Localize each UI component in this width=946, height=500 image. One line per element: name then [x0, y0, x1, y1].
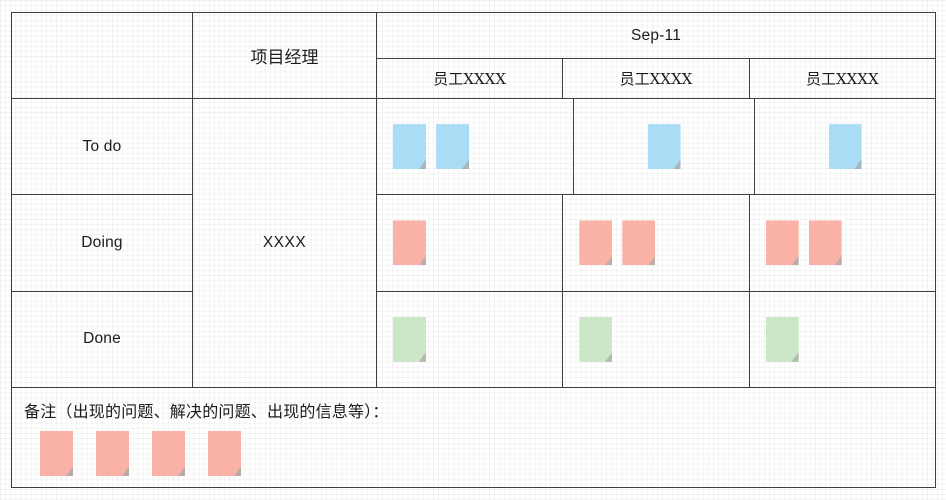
person-header-row: 员工XXXX 员工XXXX 员工XXXX [377, 59, 935, 99]
status-label-done: Done [83, 330, 121, 348]
sticky-note-sheet [152, 431, 185, 476]
date-group-header: Sep-11 [377, 13, 935, 59]
remarks-note-strip [24, 431, 935, 476]
sticky-note-green[interactable] [579, 316, 613, 362]
status-column: To do Doing Done [12, 13, 193, 387]
status-header-blank-cell [12, 13, 192, 99]
swimlane-cell-todo-person-1[interactable] [377, 99, 574, 195]
status-cell-done: Done [12, 292, 192, 387]
person-header-1: 员工XXXX [377, 59, 564, 98]
sticky-note-sheet [828, 124, 862, 170]
status-label-doing: Doing [81, 233, 123, 251]
swimlane-row-done [377, 291, 935, 387]
person-name-3: 员工XXXX [805, 70, 879, 88]
sticky-note-sheet [208, 431, 241, 476]
sticky-note-pink[interactable] [152, 431, 185, 476]
sticky-note-sheet [765, 220, 799, 266]
sticky-note-sheet [808, 220, 842, 266]
project-manager-header: 项目经理 [193, 13, 376, 99]
sticky-note-pink[interactable] [40, 431, 73, 476]
sticky-note-pink[interactable] [96, 431, 129, 476]
status-cell-todo: To do [12, 99, 192, 196]
swimlane-cell-todo-person-3[interactable] [755, 99, 935, 194]
sticky-note-pink[interactable] [393, 220, 426, 266]
swimlane-cell-done-person-3[interactable] [750, 292, 935, 387]
sticky-note-sheet [579, 220, 613, 266]
sticky-note-pink[interactable] [622, 220, 656, 266]
sticky-note-blue[interactable] [436, 124, 469, 170]
sticky-note-sheet [40, 431, 73, 476]
remarks-section: 备注（出现的问题、解决的问题、出现的信息等）： [12, 388, 935, 487]
swimlane-cell-done-person-2[interactable] [563, 291, 750, 387]
board-grid: To do Doing Done 项目经理 XXXX Sep-11 员工XXXX… [12, 13, 935, 388]
sticky-note-blue[interactable] [393, 124, 426, 170]
scrum-board: To do Doing Done 项目经理 XXXX Sep-11 员工XXXX… [11, 12, 936, 488]
person-header-3: 员工XXXX [750, 59, 935, 98]
sticky-note-pink[interactable] [765, 220, 799, 266]
sticky-note-pink[interactable] [208, 431, 241, 476]
status-cell-doing: Doing [12, 195, 192, 292]
sticky-note-green[interactable] [393, 316, 426, 362]
date-group-title: Sep-11 [630, 26, 682, 44]
sticky-note-blue[interactable] [828, 124, 862, 170]
sticky-note-sheet [579, 316, 613, 362]
project-manager-column: 项目经理 XXXX [193, 13, 377, 387]
sticky-note-pink[interactable] [579, 220, 613, 266]
swimlane-row-doing [377, 195, 935, 292]
sticky-note-sheet [393, 316, 426, 362]
sticky-note-sheet [647, 124, 681, 170]
swimlane-cell-doing-person-1[interactable] [377, 195, 564, 291]
sticky-note-sheet [436, 124, 469, 170]
status-label-todo: To do [82, 137, 122, 155]
sticky-note-sheet [393, 220, 426, 266]
sticky-note-sheet [96, 431, 129, 476]
person-header-2: 员工XXXX [563, 59, 750, 98]
swimlane-cell-done-person-1[interactable] [377, 291, 564, 387]
project-manager-value-cell: XXXX [193, 99, 376, 387]
swimlane-cell-doing-person-2[interactable] [563, 195, 750, 291]
sticky-note-sheet [393, 124, 426, 170]
swimlane-cell-doing-person-3[interactable] [750, 195, 935, 290]
project-manager-header-label: 项目经理 [250, 48, 319, 68]
sticky-note-blue[interactable] [647, 124, 681, 170]
remarks-label: 备注（出现的问题、解决的问题、出现的信息等）： [24, 402, 389, 421]
sticky-note-sheet [765, 316, 799, 362]
swimlane-rows [377, 99, 935, 387]
swimlane-row-todo [377, 99, 935, 196]
sticky-note-pink[interactable] [808, 220, 842, 266]
swimlane-cell-todo-person-2[interactable] [574, 99, 755, 195]
person-name-1: 员工XXXX [433, 70, 507, 88]
person-name-2: 员工XXXX [619, 70, 693, 88]
sticky-note-sheet [622, 220, 656, 266]
project-manager-value: XXXX [262, 234, 307, 251]
date-group-column: Sep-11 员工XXXX 员工XXXX 员工XXXX [377, 13, 935, 387]
sticky-note-green[interactable] [765, 316, 799, 362]
